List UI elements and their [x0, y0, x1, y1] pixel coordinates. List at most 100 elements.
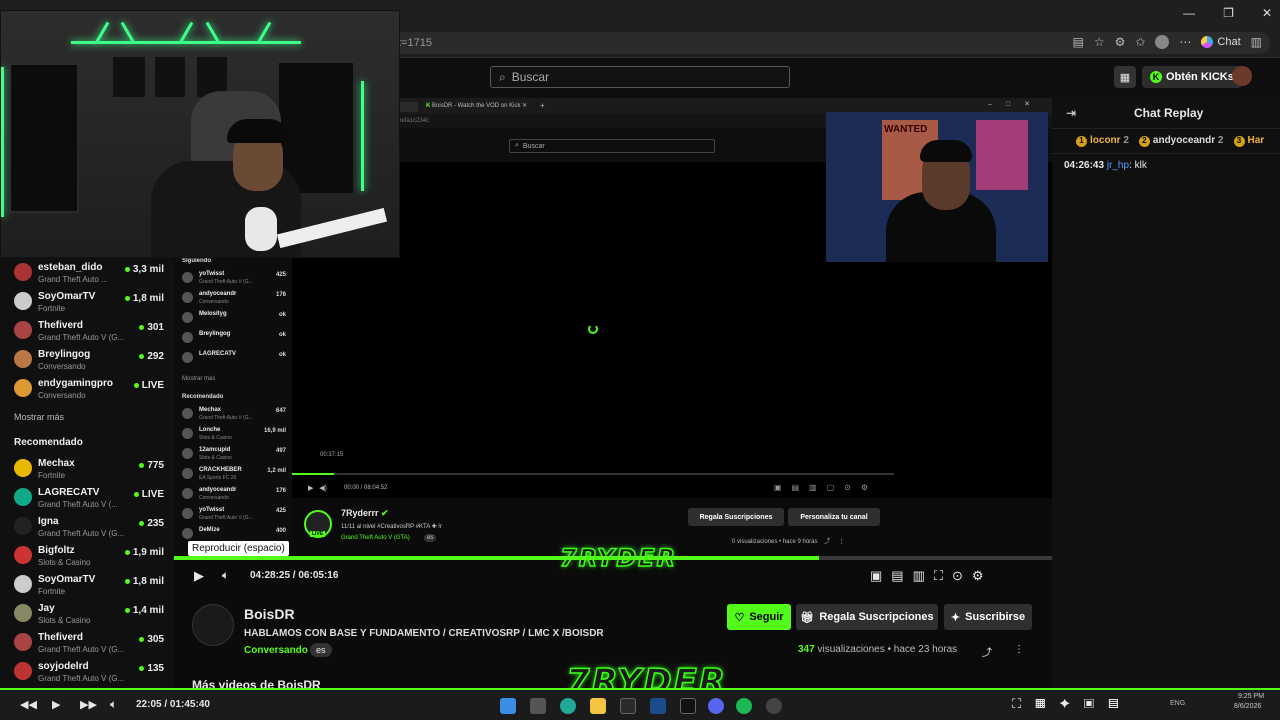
sidebar-channel[interactable]: Breylingog Conversando 292: [14, 347, 164, 375]
app-icon[interactable]: [650, 698, 666, 714]
viewer-count-value: 305: [147, 634, 164, 645]
sidebar-channel[interactable]: Bigfoltz Slots & Casino 1,9 mil: [14, 543, 164, 571]
top-gifters: 1 loconr 2 2 andyoceandr 2 3 Har: [1052, 128, 1280, 154]
edge-icon[interactable]: [560, 698, 576, 714]
reader-icon[interactable]: ▤: [1072, 35, 1083, 49]
show-more-link[interactable]: Mostrar más: [14, 412, 64, 422]
channel-category: Slots & Casino: [38, 616, 91, 625]
search-input[interactable]: ⌕ Buscar: [490, 66, 790, 88]
sidebar-channel[interactable]: Mechax Fortnite 775: [14, 456, 164, 484]
forward-icon[interactable]: ▶▶: [80, 698, 97, 711]
play-tooltip: Reproducir (espacio): [188, 541, 289, 556]
channel-category: Conversando: [38, 391, 86, 400]
channel-avatar: [14, 459, 32, 477]
channel-category: Conversando: [38, 362, 86, 371]
favorites-icon[interactable]: ✩: [1135, 35, 1145, 49]
nested-viewer-count: 16,9 mil: [263, 428, 286, 434]
channel-name: esteban_dido: [38, 262, 103, 273]
minimize-button[interactable]: —: [1183, 6, 1195, 20]
message-time: 04:26:43: [1064, 160, 1107, 171]
channel-name[interactable]: BoisDR: [244, 606, 295, 622]
viewer-count-value: 135: [147, 663, 164, 674]
video-category[interactable]: Conversando: [244, 645, 308, 656]
player-icons[interactable]: ▣▤▥⛶⊙⚙: [870, 568, 993, 584]
nested-title: 11/11 al nivel #CreativosRP #KTA ✚ !r: [341, 524, 442, 530]
nested-avatar: [182, 428, 193, 439]
gift-subs-button[interactable]: 🎁︎ Regala Suscripciones: [796, 604, 938, 630]
spotify-icon[interactable]: [736, 698, 752, 714]
input-language: ENG: [1170, 700, 1186, 707]
nested-channel-name: 12amcupid: [199, 447, 231, 453]
nested-customize-button: Personaliza tu canal: [788, 508, 880, 526]
taskbar-play-icon[interactable]: ▶: [52, 698, 60, 711]
channel-name: Igna: [38, 516, 59, 527]
play-button[interactable]: ▶: [194, 568, 204, 584]
app-icon[interactable]: [680, 698, 696, 714]
wall-panel: [9, 63, 79, 213]
taskbar-volume-icon[interactable]: 🔈︎: [110, 697, 117, 712]
taskview-icon[interactable]: [530, 698, 546, 714]
explorer-icon[interactable]: [590, 698, 606, 714]
nested-avatar: [182, 488, 193, 499]
app-icon[interactable]: [620, 698, 636, 714]
new-tab-icon: +: [540, 101, 545, 110]
nested-avatar: [182, 528, 193, 539]
channel-category: Grand Theft Auto V (G...: [38, 674, 125, 683]
player-tool-icons[interactable]: ⛶▦✦▣▤: [1012, 696, 1133, 712]
sidebar-channel[interactable]: SoyOmarTV Fortnite 1,8 mil: [14, 289, 164, 317]
profile-avatar[interactable]: [1155, 35, 1170, 49]
guest-durag: [920, 140, 972, 162]
live-dot: [139, 666, 145, 671]
address-bar[interactable]: t=1715 ▤ ☆ ⚙ ✩ ⋯ Chat ▥: [390, 32, 1270, 54]
channel-name: Mechax: [38, 458, 75, 469]
sidebar-channel[interactable]: esteban_dido Grand Theft Auto ... 3,3 mil: [14, 260, 164, 288]
nested-show-more: Mostrar más: [182, 376, 216, 382]
more-options-icon[interactable]: ⋮: [1014, 644, 1024, 655]
rewind-icon[interactable]: ◀◀: [20, 698, 37, 711]
nested-viewer-count: ok: [278, 312, 286, 318]
nested-lang: es: [424, 534, 437, 542]
live-dot: [139, 463, 145, 468]
viewer-count-value: LIVE: [141, 489, 164, 500]
sidebar-channel[interactable]: Jay Slots & Casino 1,4 mil: [14, 601, 164, 629]
nested-channel-category: Conversando: [199, 299, 229, 305]
favorite-star-icon[interactable]: ☆: [1094, 35, 1105, 49]
collapse-chat-icon[interactable]: ⇥: [1066, 106, 1076, 120]
start-icon[interactable]: [500, 698, 516, 714]
copilot-chat-button[interactable]: Chat: [1201, 36, 1241, 48]
follow-button[interactable]: ♡ Seguir: [727, 604, 791, 630]
sidebar-channel[interactable]: Thefiverd Grand Theft Auto V (G... 305: [14, 630, 164, 658]
get-kicks-button[interactable]: K Obtén KICKs: [1142, 66, 1242, 88]
sidebar-channel[interactable]: Igna Grand Theft Auto V (G... 235: [14, 514, 164, 542]
close-button[interactable]: ✕: [1262, 6, 1272, 20]
volume-icon[interactable]: 🔈︎: [222, 568, 229, 583]
obs-icon[interactable]: [766, 698, 782, 714]
viewer-count: 1,9 mil: [124, 547, 164, 558]
nested-avatar: [182, 312, 193, 323]
more-menu-icon[interactable]: ⋯: [1179, 35, 1191, 49]
extensions-icon[interactable]: ⚙: [1115, 35, 1126, 49]
subscribe-button[interactable]: ✦ Suscribirse: [944, 604, 1032, 630]
sidebar-channel[interactable]: Thefiverd Grand Theft Auto V (G... 301: [14, 318, 164, 346]
nested-channel: Lonche Slots & Casino 16,9 mil: [182, 426, 286, 446]
sidebar-channel[interactable]: SoyOmarTV Fortnite 1,8 mil: [14, 572, 164, 600]
viewer-count: 135: [139, 663, 164, 674]
sidebar-channel[interactable]: endygamingpro Conversando LIVE: [14, 376, 164, 404]
nested-channel: 12amcupid Slots & Casino 497: [182, 446, 286, 466]
maximize-button[interactable]: ❐: [1223, 6, 1234, 20]
sidebar-channel[interactable]: soyjodelrd Grand Theft Auto V (G... 135: [14, 659, 164, 687]
channel-name: Thefiverd: [38, 632, 84, 643]
sidebar-toggle-icon[interactable]: ▥: [1251, 35, 1262, 49]
sidebar-channel[interactable]: LAGRECATV Grand Theft Auto V (... LIVE: [14, 485, 164, 513]
library-button[interactable]: ▦: [1114, 66, 1136, 88]
discord-icon[interactable]: [708, 698, 724, 714]
kicks-icon: K: [1150, 71, 1162, 83]
nested-viewer-count: 425: [275, 272, 286, 278]
channel-avatar[interactable]: [192, 604, 234, 646]
poster-wanted-text: WANTED: [884, 124, 928, 135]
gifter-name: loconr: [1090, 135, 1121, 146]
nested-channel-name: Lonche: [199, 427, 221, 433]
message-user[interactable]: jr_hp: [1107, 160, 1129, 171]
user-avatar[interactable]: [1232, 66, 1252, 86]
share-icon[interactable]: ⤴: [982, 644, 992, 659]
